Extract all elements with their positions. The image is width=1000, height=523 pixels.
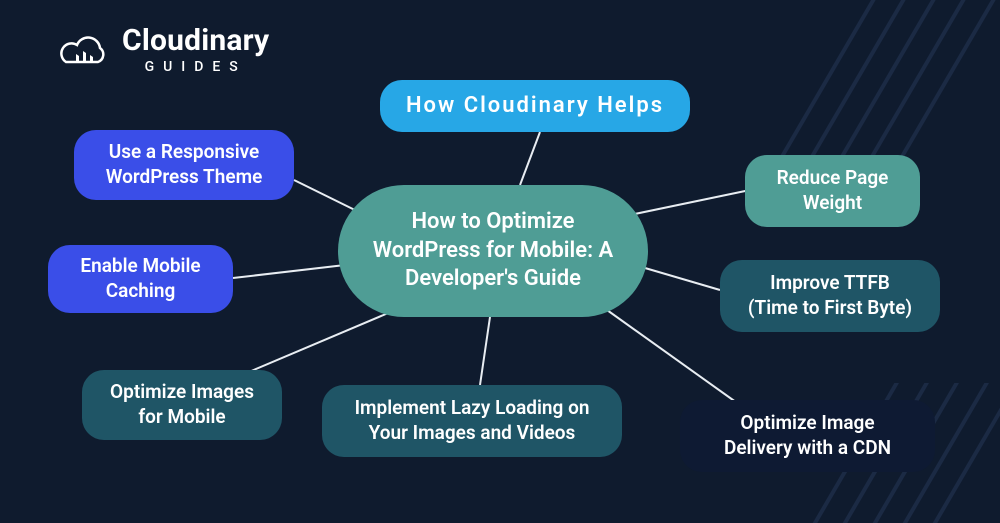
node-label: Enable Mobile Caching — [72, 254, 209, 303]
node-label: Optimize Images for Mobile — [106, 380, 258, 429]
node-reduce-page-weight: Reduce Page Weight — [745, 155, 920, 227]
node-improve-ttfb: Improve TTFB (Time to First Byte) — [720, 260, 940, 332]
brand-name: Cloudinary — [122, 26, 269, 56]
node-responsive-theme: Use a Responsive WordPress Theme — [74, 130, 294, 200]
node-label: Improve TTFB (Time to First Byte) — [744, 271, 916, 320]
accent-stripes-top — [760, 0, 1000, 160]
node-mobile-caching: Enable Mobile Caching — [48, 245, 233, 313]
node-label: Reduce Page Weight — [769, 166, 896, 215]
node-how-cloudinary-helps: How Cloudinary Helps — [380, 80, 690, 132]
node-optimize-images: Optimize Images for Mobile — [82, 370, 282, 440]
node-lazy-loading: Implement Lazy Loading on Your Images an… — [322, 385, 622, 457]
center-topic-label: How to Optimize WordPress for Mobile: A … — [362, 208, 624, 294]
node-cdn-delivery: Optimize Image Delivery with a CDN — [680, 400, 935, 472]
diagram-canvas: Cloudinary GUIDES How to Optimize WordPr… — [0, 0, 1000, 523]
center-topic: How to Optimize WordPress for Mobile: A … — [338, 185, 648, 317]
node-label: Optimize Image Delivery with a CDN — [704, 411, 911, 460]
node-label: Implement Lazy Loading on Your Images an… — [346, 396, 598, 445]
brand-logo: Cloudinary GUIDES — [60, 26, 269, 74]
node-label: How Cloudinary Helps — [406, 92, 664, 121]
cloud-icon — [60, 32, 110, 68]
node-label: Use a Responsive WordPress Theme — [98, 140, 270, 189]
brand-subtitle: GUIDES — [122, 60, 269, 74]
